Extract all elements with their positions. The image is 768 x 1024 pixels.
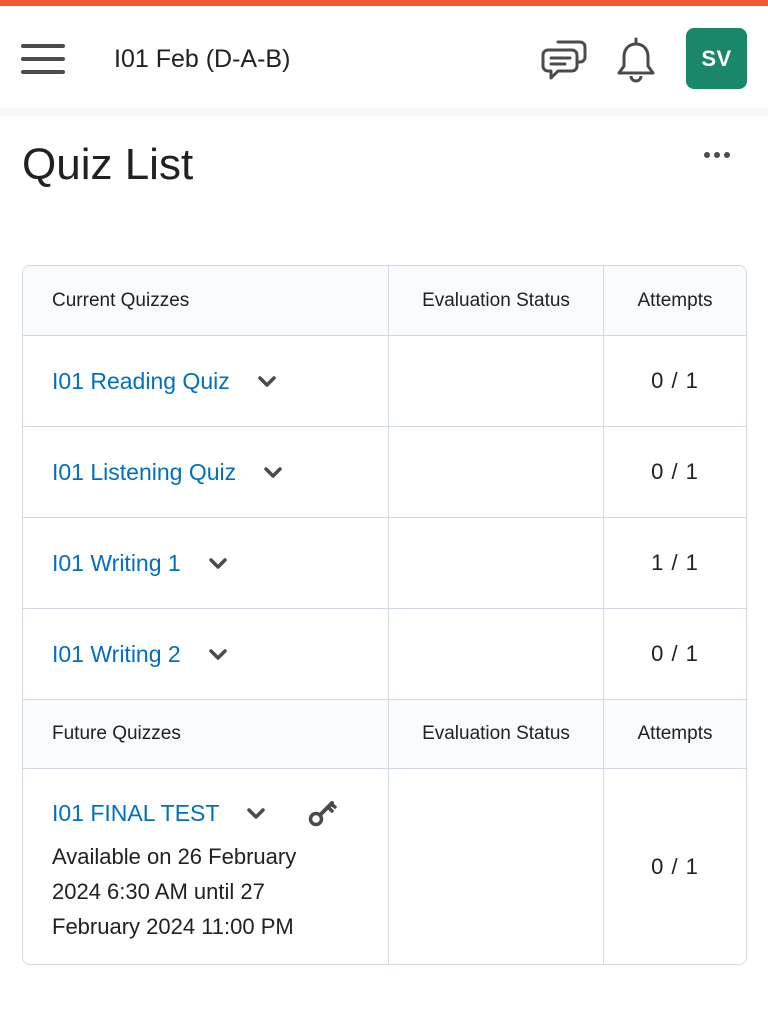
table-row: I01 Reading Quiz 0 / 1 bbox=[23, 335, 746, 426]
chevron-down-icon[interactable] bbox=[207, 552, 229, 574]
chat-bubbles-icon[interactable] bbox=[540, 36, 588, 84]
evaluation-status-cell bbox=[388, 518, 603, 608]
quiz-link-writing-1[interactable]: I01 Writing 1 bbox=[52, 550, 181, 577]
chevron-down-icon[interactable] bbox=[262, 461, 284, 483]
column-header-attempts: Attempts bbox=[603, 700, 746, 768]
column-header-evaluation-status: Evaluation Status bbox=[388, 266, 603, 335]
evaluation-status-cell bbox=[388, 336, 603, 426]
table-row: I01 FINAL TEST Available on 26 February … bbox=[23, 768, 746, 964]
column-header-evaluation-status: Evaluation Status bbox=[388, 700, 603, 768]
course-title[interactable]: I01 Feb (D-A-B) bbox=[114, 44, 290, 74]
chevron-down-icon[interactable] bbox=[207, 643, 229, 665]
evaluation-status-cell bbox=[388, 427, 603, 517]
evaluation-status-cell bbox=[388, 609, 603, 699]
availability-text: Available on 26 February 2024 6:30 AM un… bbox=[52, 844, 297, 939]
attempts-cell: 0 / 1 bbox=[603, 336, 746, 426]
chevron-down-icon[interactable] bbox=[256, 370, 278, 392]
column-header-future-quizzes: Future Quizzes bbox=[52, 723, 181, 744]
hamburger-menu-icon[interactable] bbox=[21, 44, 65, 74]
bell-icon[interactable] bbox=[614, 36, 658, 84]
attempts-cell: 1 / 1 bbox=[603, 518, 746, 608]
more-options-icon[interactable] bbox=[696, 140, 738, 170]
future-quizzes-header-row: Future Quizzes Evaluation Status Attempt… bbox=[23, 699, 746, 768]
current-quizzes-header-row: Current Quizzes Evaluation Status Attemp… bbox=[23, 266, 746, 335]
table-row: I01 Writing 2 0 / 1 bbox=[23, 608, 746, 699]
attempts-cell: 0 / 1 bbox=[603, 769, 746, 964]
evaluation-status-cell bbox=[388, 769, 603, 964]
attempts-cell: 0 / 1 bbox=[603, 609, 746, 699]
table-row: I01 Writing 1 1 / 1 bbox=[23, 517, 746, 608]
page-title: Quiz List bbox=[22, 140, 194, 189]
user-avatar[interactable]: SV bbox=[686, 28, 747, 89]
quiz-link-reading[interactable]: I01 Reading Quiz bbox=[52, 368, 230, 395]
key-icon bbox=[307, 798, 338, 828]
header-divider bbox=[0, 108, 768, 116]
chevron-down-icon[interactable] bbox=[245, 802, 267, 824]
table-row: I01 Listening Quiz 0 / 1 bbox=[23, 426, 746, 517]
top-navbar: I01 Feb (D-A-B) SV bbox=[0, 6, 768, 110]
quiz-link-listening[interactable]: I01 Listening Quiz bbox=[52, 459, 236, 486]
quiz-table: Current Quizzes Evaluation Status Attemp… bbox=[22, 265, 747, 965]
column-header-current-quizzes: Current Quizzes bbox=[52, 289, 190, 311]
column-header-attempts: Attempts bbox=[603, 266, 746, 335]
quiz-link-writing-2[interactable]: I01 Writing 2 bbox=[52, 641, 181, 668]
attempts-cell: 0 / 1 bbox=[603, 427, 746, 517]
quiz-link-final-test[interactable]: I01 FINAL TEST bbox=[52, 800, 219, 827]
